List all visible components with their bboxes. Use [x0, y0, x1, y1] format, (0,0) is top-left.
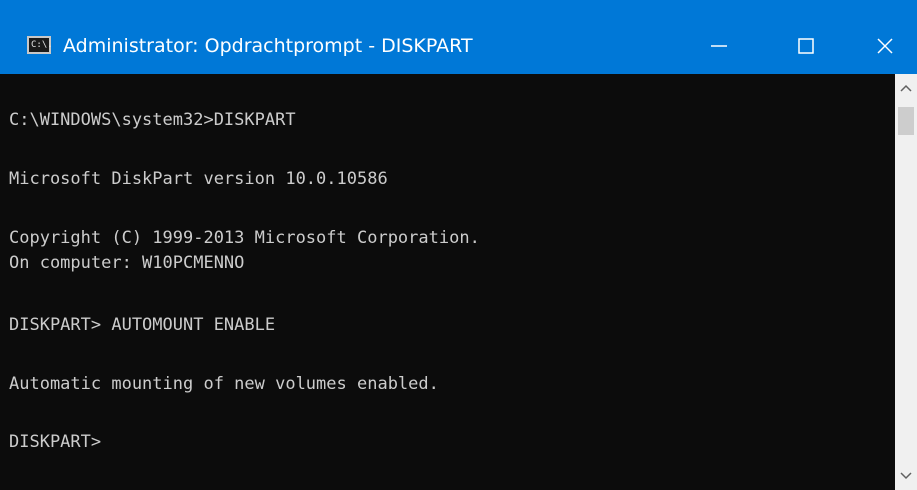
scroll-down-button[interactable]	[895, 460, 917, 490]
chevron-down-icon	[900, 472, 912, 480]
minimize-icon	[711, 45, 727, 47]
command-prompt-window: C:\. Administrator: Opdrachtprompt - DIS…	[0, 0, 917, 490]
window-title: Administrator: Opdrachtprompt - DISKPART	[63, 35, 473, 57]
console-line: C:\WINDOWS\system32>DISKPART	[9, 110, 296, 130]
maximize-button[interactable]	[774, 22, 838, 68]
title-bar[interactable]: C:\. Administrator: Opdrachtprompt - DIS…	[0, 0, 917, 74]
minimize-button[interactable]	[687, 22, 751, 68]
scroll-up-button[interactable]	[895, 74, 917, 104]
close-icon	[877, 38, 893, 54]
vertical-scrollbar[interactable]	[895, 74, 917, 490]
console-output[interactable]: C:\WINDOWS\system32>DISKPART Microsoft D…	[0, 74, 895, 490]
scroll-thumb[interactable]	[898, 107, 914, 135]
console-line: DISKPART> AUTOMOUNT ENABLE	[9, 315, 276, 335]
console-line: Copyright (C) 1999-2013 Microsoft Corpor…	[9, 228, 480, 248]
prompt-line[interactable]: DISKPART>	[9, 431, 101, 453]
cmd-icon[interactable]: C:\.	[27, 36, 53, 54]
console-line: On computer: W10PCMENNO	[9, 253, 245, 273]
chevron-up-icon	[900, 84, 912, 92]
console-line: Microsoft DiskPart version 10.0.10586	[9, 169, 388, 189]
cmd-icon-text: C:\.	[31, 40, 53, 50]
close-button[interactable]	[853, 22, 917, 68]
maximize-icon	[798, 38, 814, 54]
console-line: Automatic mounting of new volumes enable…	[9, 374, 439, 394]
